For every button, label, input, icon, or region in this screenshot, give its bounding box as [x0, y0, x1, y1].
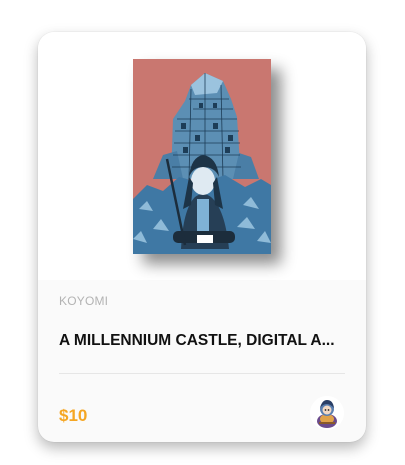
artwork-image[interactable] [133, 59, 271, 254]
creator-name[interactable]: KOYOMI [59, 294, 108, 308]
card-media [38, 32, 366, 280]
castle-illustration-icon [133, 59, 271, 254]
creator-avatar[interactable] [310, 396, 344, 430]
price-label: $10 [59, 406, 88, 425]
nft-card[interactable]: KOYOMI A MILLENNIUM CASTLE, DIGITAL A...… [38, 32, 366, 442]
artwork-title[interactable]: A MILLENNIUM CASTLE, DIGITAL A... [59, 332, 349, 350]
creator-avatar-icon [310, 396, 344, 430]
divider [59, 373, 345, 374]
